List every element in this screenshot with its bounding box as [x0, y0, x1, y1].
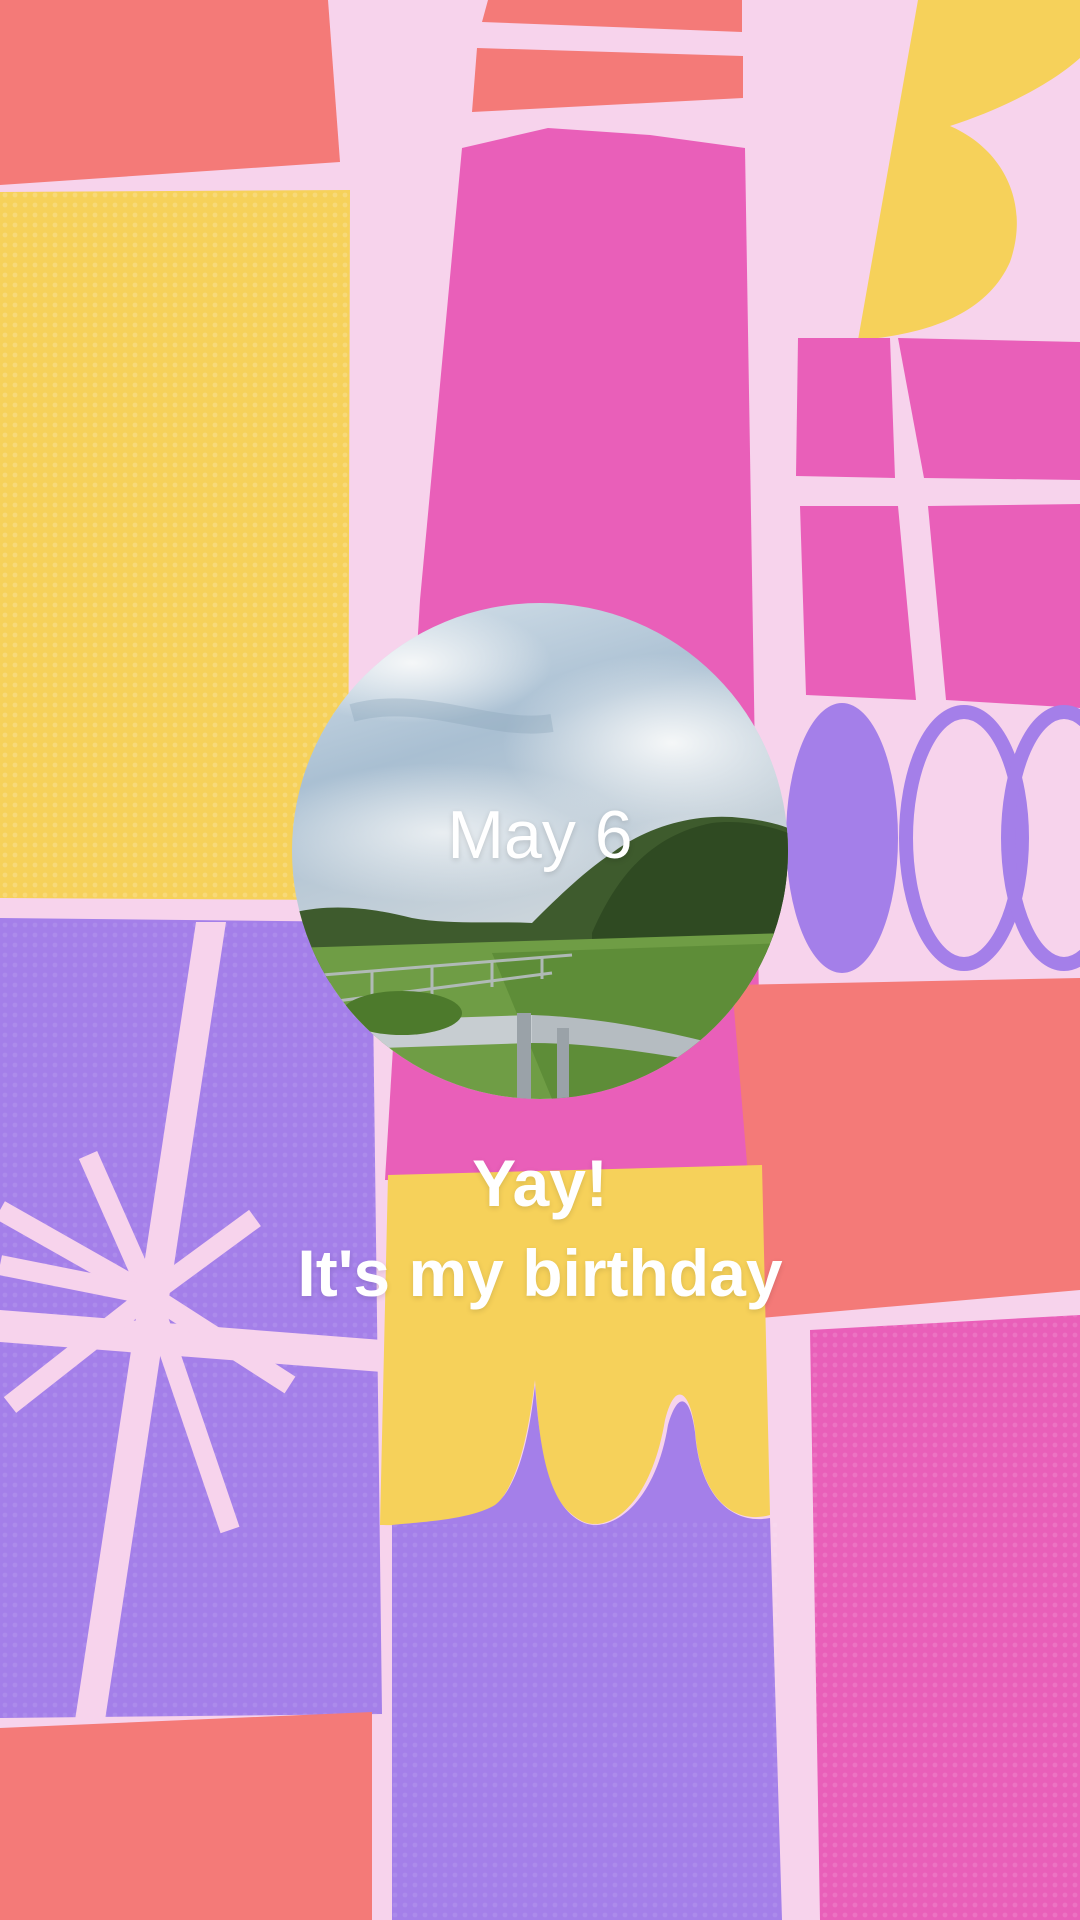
- story-date: May 6: [447, 797, 633, 873]
- magenta-gift-right-top-a: [796, 338, 895, 478]
- coral-strip-top-mid-1: [482, 0, 742, 32]
- magenta-gift-right-bottom-a: [800, 506, 916, 700]
- message-line-1: Yay!: [472, 1146, 608, 1220]
- coral-gift-bottom-left: [0, 1712, 372, 1920]
- yellow-blob-top-right: [858, 0, 1080, 340]
- birthday-message: Yay! It's my birthday: [200, 1138, 880, 1318]
- purple-oval-filled: [786, 703, 898, 973]
- coral-strip-top-left: [0, 0, 340, 185]
- coral-strip-top-mid-2: [472, 48, 743, 112]
- message-line-2: It's my birthday: [297, 1236, 783, 1310]
- birthday-story-canvas: May 6 Yay! It's my birthday: [0, 0, 1080, 1920]
- magenta-gift-right-bottom-b: [928, 504, 1080, 708]
- magenta-gift-right-top-b: [898, 338, 1080, 480]
